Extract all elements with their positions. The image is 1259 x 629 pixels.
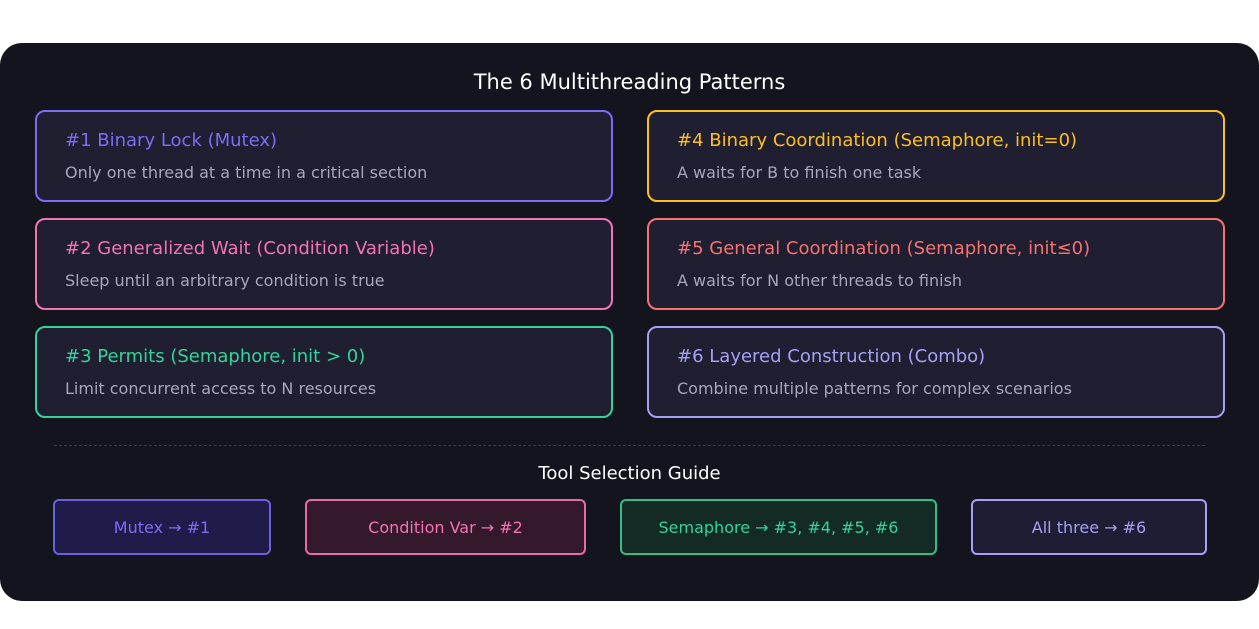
tool-condition-var: Condition Var → #2 — [305, 499, 586, 555]
tool-semaphore: Semaphore → #3, #4, #5, #6 — [620, 499, 937, 555]
diagram-panel: The 6 Multithreading Patterns #1 Binary … — [0, 43, 1259, 601]
diagram-title: The 6 Multithreading Patterns — [473, 70, 786, 94]
tool-all-three: All three → #6 — [971, 499, 1207, 555]
pattern-title: #6 Layered Construction (Combo) — [677, 346, 986, 367]
section-divider — [54, 445, 1205, 446]
pattern-card-6: #6 Layered Construction (Combo) Combine … — [647, 326, 1225, 418]
pattern-description: Combine multiple patterns for complex sc… — [677, 379, 1072, 398]
pattern-title: #1 Binary Lock (Mutex) — [65, 130, 278, 151]
pattern-card-2: #2 Generalized Wait (Condition Variable)… — [35, 218, 613, 310]
pattern-description: Sleep until an arbitrary condition is tr… — [65, 271, 385, 290]
tool-label: All three → #6 — [1031, 517, 1147, 537]
tool-label: Condition Var → #2 — [368, 517, 523, 537]
pattern-title: #5 General Coordination (Semaphore, init… — [677, 238, 1091, 259]
tool-label: Mutex → #1 — [113, 517, 211, 537]
pattern-card-4: #4 Binary Coordination (Semaphore, init=… — [647, 110, 1225, 202]
pattern-description: Only one thread at a time in a critical … — [65, 163, 428, 182]
pattern-description: Limit concurrent access to N resources — [65, 379, 377, 398]
pattern-description: A waits for N other threads to finish — [677, 271, 963, 290]
guide-title: Tool Selection Guide — [538, 463, 721, 484]
pattern-card-1: #1 Binary Lock (Mutex) Only one thread a… — [35, 110, 613, 202]
pattern-title: #2 Generalized Wait (Condition Variable) — [65, 238, 435, 259]
tool-mutex: Mutex → #1 — [53, 499, 271, 555]
pattern-card-5: #5 General Coordination (Semaphore, init… — [647, 218, 1225, 310]
pattern-title: #4 Binary Coordination (Semaphore, init=… — [677, 130, 1078, 151]
pattern-card-3: #3 Permits (Semaphore, init > 0) Limit c… — [35, 326, 613, 418]
pattern-title: #3 Permits (Semaphore, init > 0) — [65, 346, 366, 367]
tool-label: Semaphore → #3, #4, #5, #6 — [658, 517, 899, 537]
pattern-description: A waits for B to finish one task — [677, 163, 922, 182]
